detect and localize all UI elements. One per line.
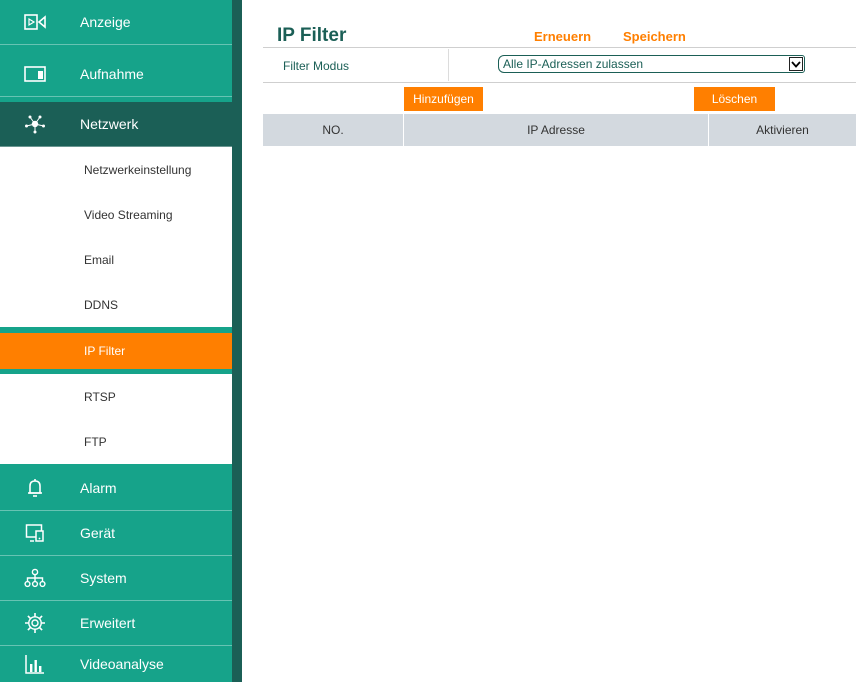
submenu-item-label: Video Streaming (84, 207, 173, 222)
column-header-no: NO. (322, 123, 344, 137)
refresh-button[interactable]: Erneuern (534, 29, 591, 44)
submenu-item-video-streaming[interactable]: Video Streaming (0, 192, 232, 237)
submenu-item-label: IP Filter (84, 344, 126, 358)
menu-item-label: Alarm (80, 480, 117, 496)
submenu-item-email[interactable]: Email (0, 237, 232, 282)
submenu-item-label: RTSP (84, 389, 116, 404)
divider (448, 49, 449, 81)
filter-mode-value: Alle IP-Adressen zulassen (503, 57, 644, 71)
menu-item-erweitert[interactable]: Erweitert (0, 601, 232, 646)
bell-icon (24, 477, 46, 499)
video-icon (24, 11, 46, 33)
submenu-item-label: DDNS (84, 297, 119, 312)
menu-item-alarm[interactable]: Alarm (0, 466, 232, 511)
sidebar-edge (232, 0, 242, 682)
menu-item-label: Aufnahme (80, 66, 144, 82)
menu-item-label: Erweitert (80, 615, 136, 631)
bar-chart-icon (24, 653, 46, 675)
add-button[interactable]: Hinzufügen (404, 87, 483, 111)
menu-item-netzwerk[interactable]: Netzwerk (0, 102, 232, 147)
submenu-item-netzwerkeinstellung[interactable]: Netzwerkeinstellung (0, 147, 232, 192)
delete-button[interactable]: Löschen (694, 87, 775, 111)
menu-item-aufnahme[interactable]: Aufnahme (0, 52, 232, 97)
chevron-down-icon[interactable] (789, 57, 803, 71)
menu-item-label: System (80, 570, 127, 586)
sidebar: Anzeige Aufnahme Netzwerk Netzwerkeinste… (0, 0, 232, 682)
save-button[interactable]: Speichern (623, 29, 686, 44)
column-header-ip-address: IP Adresse (527, 123, 585, 137)
menu-item-label: Netzwerk (80, 116, 139, 132)
menu-item-anzeige[interactable]: Anzeige (0, 0, 232, 45)
recording-icon (24, 63, 46, 85)
menu-item-geraet[interactable]: Gerät (0, 511, 232, 556)
submenu-item-label: Netzwerkeinstellung (84, 162, 192, 177)
filter-mode-select[interactable]: Alle IP-Adressen zulassen (498, 55, 805, 73)
page-title: IP Filter (277, 25, 347, 46)
column-header-activate: Aktivieren (756, 123, 809, 137)
table-header: NO. IP Adresse Aktivieren (263, 114, 856, 146)
submenu-item-label: FTP (84, 434, 107, 449)
menu-item-label: Videoanalyse (80, 656, 164, 672)
gear-icon (24, 612, 46, 634)
submenu-item-label: Email (84, 252, 115, 267)
submenu-item-ddns[interactable]: DDNS (0, 282, 232, 327)
submenu-item-rtsp[interactable]: RTSP (0, 374, 232, 419)
device-icon (24, 522, 46, 544)
system-tree-icon (24, 567, 46, 589)
menu-item-videoanalyse[interactable]: Videoanalyse (0, 646, 232, 682)
menu-item-system[interactable]: System (0, 556, 232, 601)
submenu-item-ftp[interactable]: FTP (0, 419, 232, 464)
divider (263, 82, 856, 83)
divider (263, 47, 856, 48)
filter-mode-label: Filter Modus (283, 59, 350, 73)
menu-item-label: Anzeige (80, 14, 131, 30)
network-icon (24, 113, 46, 135)
menu-item-label: Gerät (80, 525, 116, 541)
submenu-item-ip-filter[interactable]: IP Filter (0, 333, 232, 369)
